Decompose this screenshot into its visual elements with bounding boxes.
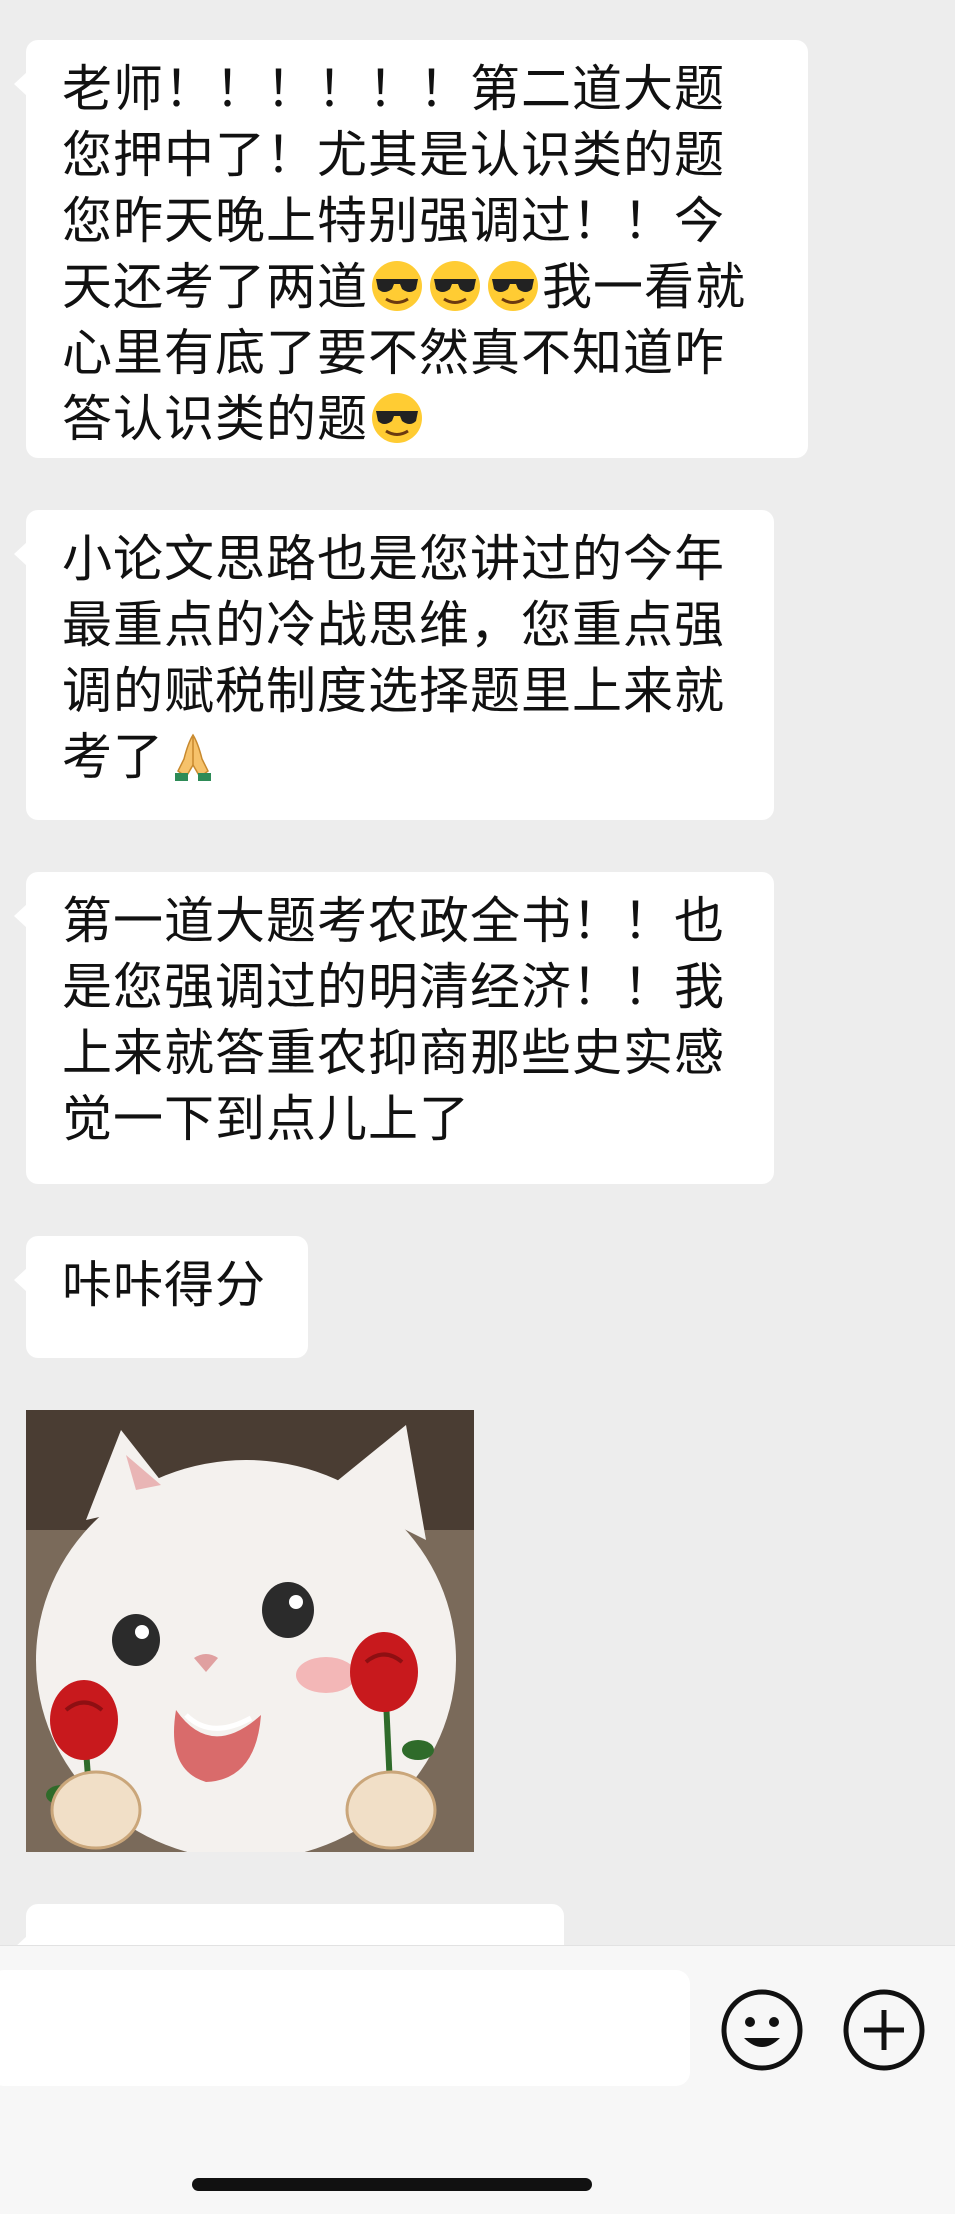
plus-button-icon[interactable] bbox=[842, 1988, 926, 2072]
message-bubble[interactable]: 第一道大题考农政全书！！也是您强调过的明清经济！！我上来就答重农抑商那些史实感觉… bbox=[14, 872, 774, 1184]
input-bar bbox=[0, 1945, 955, 2214]
message-bubble[interactable]: 老师！！！！！！第二道大题您押中了！尤其是认识类的题您昨天晚上特别强调过！！今天… bbox=[14, 40, 808, 458]
message-bubble[interactable]: 咔咔得分 bbox=[14, 1236, 308, 1358]
message-text: 咔咔得分 bbox=[62, 1256, 266, 1314]
home-indicator bbox=[192, 2178, 592, 2191]
sunglasses-emoji-icon bbox=[372, 393, 422, 443]
message-input[interactable] bbox=[0, 1970, 690, 2086]
sunglasses-emoji-icon bbox=[430, 261, 480, 311]
sunglasses-emoji-icon bbox=[372, 261, 422, 311]
sunglasses-emoji-icon bbox=[488, 261, 538, 311]
message-bubble-partial[interactable] bbox=[14, 1904, 564, 1945]
message-text: 第一道大题考农政全书！！也是您强调过的明清经济！！我上来就答重农抑商那些史实感觉… bbox=[62, 892, 725, 1148]
chat-history[interactable]: 老师！！！！！！第二道大题您押中了！尤其是认识类的题您昨天晚上特别强调过！！今天… bbox=[0, 0, 955, 1945]
message-text: 小论文思路也是您讲过的今年最重点的冷战思维，您重点强调的赋税制度选择题里上来就考… bbox=[62, 530, 725, 786]
folded-hands-emoji-icon bbox=[175, 733, 211, 781]
message-bubble[interactable]: 小论文思路也是您讲过的今年最重点的冷战思维，您重点强调的赋税制度选择题里上来就考… bbox=[14, 510, 774, 820]
kitten-roses-sticker-icon[interactable] bbox=[26, 1410, 474, 1852]
emoji-button-icon[interactable] bbox=[720, 1988, 804, 2072]
